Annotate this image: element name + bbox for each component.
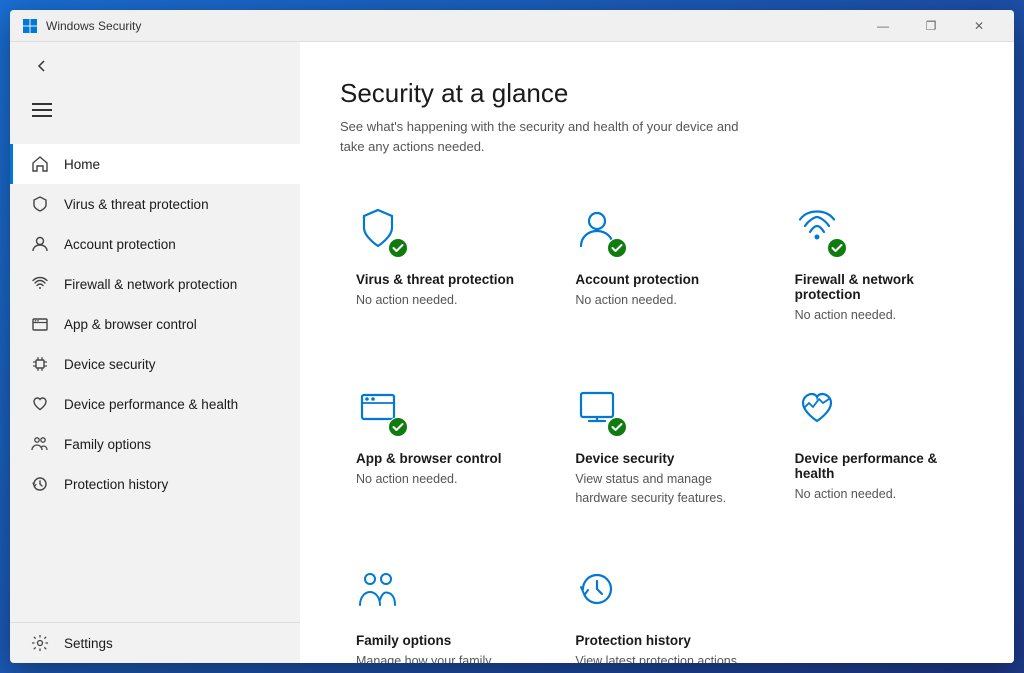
card-virus-title: Virus & threat protection: [356, 272, 519, 287]
card-device-security-icon-wrap: [575, 385, 627, 437]
card-firewall-icon-wrap: [795, 206, 847, 258]
sidebar-item-home-label: Home: [64, 157, 100, 172]
browser-icon: [30, 314, 50, 334]
card-device-security-check: [607, 417, 627, 437]
shield-icon: [30, 194, 50, 214]
card-account-title: Account protection: [575, 272, 738, 287]
sidebar-item-firewall-label: Firewall & network protection: [64, 277, 237, 292]
window-controls: — ❐ ✕: [860, 10, 1002, 42]
card-app-browser-check: [388, 417, 408, 437]
home-icon: [30, 154, 50, 174]
sidebar-item-firewall[interactable]: Firewall & network protection: [10, 264, 300, 304]
card-device-perf-icon-wrap: [795, 385, 847, 437]
sidebar-item-home[interactable]: Home: [10, 144, 300, 184]
wifi-icon: [30, 274, 50, 294]
page-subtitle: See what's happening with the security a…: [340, 117, 760, 156]
sidebar-item-family[interactable]: Family options: [10, 424, 300, 464]
card-firewall-title: Firewall & network protection: [795, 272, 958, 302]
card-firewall-check: [827, 238, 847, 258]
sidebar: Home Virus & threat protection: [10, 42, 300, 663]
card-app-browser[interactable]: App & browser control No action needed.: [340, 367, 535, 526]
gear-icon: [30, 633, 50, 653]
card-history-title: Protection history: [575, 633, 738, 648]
sidebar-item-settings[interactable]: Settings: [10, 623, 300, 663]
sidebar-item-history-label: Protection history: [64, 477, 168, 492]
card-virus-icon-wrap: [356, 206, 408, 258]
card-family-icon: [356, 567, 400, 611]
heart-icon: [30, 394, 50, 414]
card-account-desc: No action needed.: [575, 291, 738, 310]
cards-grid: Virus & threat protection No action need…: [340, 188, 974, 663]
sidebar-item-history[interactable]: Protection history: [10, 464, 300, 504]
card-app-browser-desc: No action needed.: [356, 470, 519, 489]
card-history-icon-wrap: [575, 567, 627, 619]
nav-menu: Home Virus & threat protection: [10, 144, 300, 504]
sidebar-item-device-perf[interactable]: Device performance & health: [10, 384, 300, 424]
main-content: Security at a glance See what's happenin…: [300, 42, 1014, 663]
card-family-icon-wrap: [356, 567, 408, 619]
window-title: Windows Security: [46, 19, 141, 33]
hamburger-line-2: [32, 109, 52, 111]
card-family-desc: Manage how your family uses their device…: [356, 652, 519, 663]
card-history[interactable]: Protection history View latest protectio…: [559, 549, 754, 663]
app-icon: [22, 18, 38, 34]
sidebar-item-device-security-label: Device security: [64, 357, 156, 372]
card-device-security-title: Device security: [575, 451, 738, 466]
titlebar-left: Windows Security: [22, 18, 141, 34]
card-virus-check: [388, 238, 408, 258]
sidebar-item-family-label: Family options: [64, 437, 151, 452]
card-device-perf-desc: No action needed.: [795, 485, 958, 504]
sidebar-item-app-browser[interactable]: App & browser control: [10, 304, 300, 344]
card-account[interactable]: Account protection No action needed.: [559, 188, 754, 343]
sidebar-item-app-browser-label: App & browser control: [64, 317, 197, 332]
close-button[interactable]: ✕: [956, 10, 1002, 42]
card-family-title: Family options: [356, 633, 519, 648]
app-body: Home Virus & threat protection: [10, 42, 1014, 663]
sidebar-item-virus[interactable]: Virus & threat protection: [10, 184, 300, 224]
sidebar-item-virus-label: Virus & threat protection: [64, 197, 209, 212]
card-history-icon: [575, 567, 619, 611]
page-title: Security at a glance: [340, 78, 974, 109]
nav-back-area: [10, 42, 300, 82]
app-window: Windows Security — ❐ ✕: [10, 10, 1014, 663]
hamburger-line-3: [32, 115, 52, 117]
card-device-perf-title: Device performance & health: [795, 451, 958, 481]
chip-icon: [30, 354, 50, 374]
hamburger-button[interactable]: [26, 94, 58, 126]
sidebar-item-account-label: Account protection: [64, 237, 176, 252]
sidebar-bottom: Settings: [10, 622, 300, 663]
card-device-perf-icon: [795, 385, 839, 429]
hamburger-area: [10, 82, 300, 136]
card-device-perf[interactable]: Device performance & health No action ne…: [779, 367, 974, 526]
card-virus-desc: No action needed.: [356, 291, 519, 310]
card-device-security[interactable]: Device security View status and manage h…: [559, 367, 754, 526]
hamburger-line-1: [32, 103, 52, 105]
back-button[interactable]: [26, 50, 58, 82]
card-family[interactable]: Family options Manage how your family us…: [340, 549, 535, 663]
card-history-desc: View latest protection actions and recom…: [575, 652, 738, 663]
maximize-button[interactable]: ❐: [908, 10, 954, 42]
card-account-icon-wrap: [575, 206, 627, 258]
family-icon: [30, 434, 50, 454]
minimize-button[interactable]: —: [860, 10, 906, 42]
history-icon: [30, 474, 50, 494]
card-firewall[interactable]: Firewall & network protection No action …: [779, 188, 974, 343]
sidebar-item-device-security[interactable]: Device security: [10, 344, 300, 384]
card-account-check: [607, 238, 627, 258]
card-device-security-desc: View status and manage hardware security…: [575, 470, 738, 508]
card-app-browser-title: App & browser control: [356, 451, 519, 466]
card-firewall-desc: No action needed.: [795, 306, 958, 325]
settings-label: Settings: [64, 636, 113, 651]
card-app-browser-icon-wrap: [356, 385, 408, 437]
titlebar: Windows Security — ❐ ✕: [10, 10, 1014, 42]
card-virus[interactable]: Virus & threat protection No action need…: [340, 188, 535, 343]
sidebar-item-account[interactable]: Account protection: [10, 224, 300, 264]
sidebar-item-device-perf-label: Device performance & health: [64, 397, 238, 412]
person-icon: [30, 234, 50, 254]
